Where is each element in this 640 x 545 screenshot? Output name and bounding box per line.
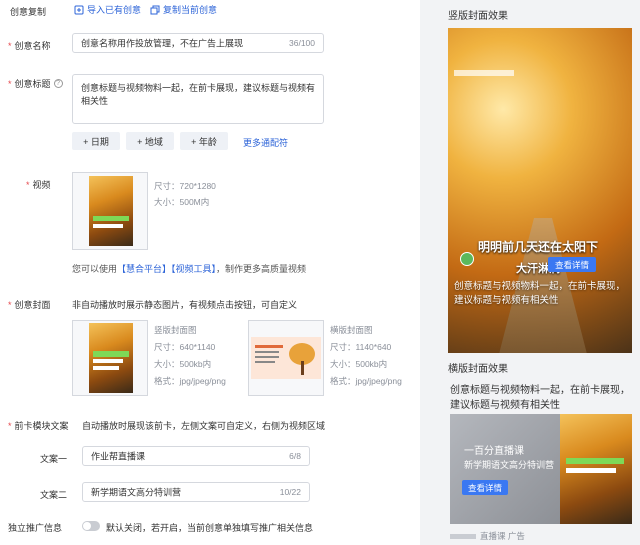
horizontal-cover-thumbnail	[251, 337, 321, 379]
independent-label: 独立推广信息	[8, 523, 63, 533]
preview-footer: 直播课 广告	[450, 530, 525, 542]
video-filesize: 大小：500M内	[154, 197, 210, 207]
card-view-button[interactable]: 查看详情	[462, 480, 508, 495]
creative-form: 创意复制 导入已有创意 复制当前创意 创意名称 创意名称用作投放管理，不在广告上…	[0, 0, 420, 545]
import-icon	[74, 5, 84, 15]
vertical-cover-title: 竖版封面图	[154, 325, 197, 335]
import-creative-link[interactable]: 导入已有创意	[74, 3, 141, 16]
vertical-cover-format: 格式：jpg/jpeg/png	[154, 376, 226, 386]
video-size: 尺寸：720*1280	[154, 181, 216, 191]
horizontal-cover-upload[interactable]	[248, 320, 324, 396]
card-line-2: 新学期语文高分特训营	[464, 460, 555, 470]
add-age-button[interactable]: + 年龄	[180, 132, 228, 150]
title-label-wrap: 创意标题 ?	[8, 77, 63, 90]
avatar	[460, 252, 474, 266]
copy2-value: 新学期语文高分特训营	[91, 487, 182, 498]
footer-text: 直播课 广告	[480, 531, 525, 541]
front-card-label: 前卡模块文案	[8, 419, 69, 432]
import-creative-label: 导入已有创意	[87, 5, 142, 15]
card-video-area	[560, 414, 632, 524]
add-region-button[interactable]: + 地域	[126, 132, 174, 150]
title-line-2: 相关性	[81, 96, 109, 106]
copy-section-label: 创意复制	[10, 7, 47, 17]
front-card-description: 自动播放时展现该前卡，左侧文案可自定义，右侧为视频区域	[82, 421, 326, 431]
copy2-label: 文案二	[40, 490, 68, 500]
add-date-button[interactable]: + 日期	[72, 132, 120, 150]
name-char-count: 36/100	[289, 38, 315, 48]
copy-icon	[150, 5, 160, 15]
copy1-input[interactable]: 作业帮直播课 6/8	[82, 446, 310, 466]
preview-caption-line-1: 创意标题与视频物料一起，在前卡展现，	[454, 281, 626, 292]
name-input-value: 创意名称用作投放管理，不在广告上展现	[81, 38, 244, 49]
copy2-count: 10/22	[279, 487, 301, 497]
copy1-value: 作业帮直播课	[91, 451, 146, 462]
horizontal-caption: 创意标题与视频物料一起，在前卡展现， 建议标题与视频有相关性	[450, 383, 630, 413]
vertical-cover-thumbnail	[89, 323, 133, 393]
preview-view-button[interactable]: 查看详情	[548, 257, 596, 272]
tool-link[interactable]: 【视频工具】	[171, 264, 216, 274]
horizontal-cover-title: 横版封面图	[330, 325, 373, 335]
copy1-count: 6/8	[289, 451, 301, 461]
title-line-1: 创意标题与视频物料一起，在前卡展现，建议标题与视频有	[81, 83, 316, 93]
overlay-line-1: 明明前几天还在太阳下	[478, 240, 599, 254]
horizontal-preview-title: 横版封面效果	[448, 364, 508, 375]
horizontal-caption-line-2: 建议标题与视频有相关性	[450, 400, 560, 411]
independent-description: 默认关闭，若开启，当前创意单独填写推广相关信息	[106, 523, 314, 533]
preview-caption-line-2: 建议标题与视频有相关性	[454, 295, 559, 306]
independent-toggle[interactable]	[82, 521, 100, 531]
title-label: 创意标题	[14, 79, 51, 89]
more-wildcards-link[interactable]: 更多通配符	[243, 136, 288, 149]
horizontal-caption-line-1: 创意标题与视频物料一起，在前卡展现，	[450, 385, 630, 396]
video-thumbnail	[89, 176, 133, 246]
platform-link[interactable]: 【慧合平台】	[117, 264, 171, 274]
cover-description: 非自动播放时展示静态图片，有视频点击按钮，可自定义	[72, 300, 298, 310]
vertical-preview-title: 竖版封面效果	[448, 11, 508, 22]
name-input[interactable]: 创意名称用作投放管理，不在广告上展现 36/100	[72, 33, 324, 53]
video-label: 视频	[26, 178, 51, 191]
copy2-input[interactable]: 新学期语文高分特训营 10/22	[82, 482, 310, 502]
video-hint: 您可以使用【慧合平台】【视频工具】，制作更多高质量视频	[72, 262, 306, 275]
blurred-text-bar	[454, 70, 514, 76]
copy-current-label: 复制当前创意	[163, 5, 218, 15]
help-icon[interactable]: ?	[53, 79, 63, 88]
card-line-1: 一百分直播课	[464, 446, 524, 457]
horizontal-cover-size: 尺寸：1140*640	[330, 342, 392, 352]
copy1-label: 文案一	[40, 454, 68, 464]
vertical-cover-size: 尺寸：640*1140	[154, 342, 216, 352]
horizontal-preview-card: 一百分直播课 新学期语文高分特训营 查看详情	[450, 414, 632, 524]
vertical-cover-filesize: 大小：500kb内	[154, 359, 212, 369]
copy-current-link[interactable]: 复制当前创意	[150, 3, 217, 16]
horizontal-cover-filesize: 大小：500kb内	[330, 359, 388, 369]
horizontal-cover-format: 格式：jpg/jpeg/png	[330, 376, 402, 386]
name-label: 创意名称	[8, 39, 51, 52]
vertical-cover-upload[interactable]	[72, 320, 148, 396]
title-textarea[interactable]: 创意标题与视频物料一起，在前卡展现，建议标题与视频有 相关性	[72, 74, 324, 124]
video-hint-prefix: 您可以使用	[72, 264, 118, 274]
preview-panel: 竖版封面效果 明明前几天还在太阳下 大汗淋漓 查看详情 创意标题与视频物料一起，…	[420, 0, 640, 545]
blurred-name-bar	[450, 533, 476, 539]
video-hint-suffix: ，制作更多高质量视频	[216, 264, 307, 274]
cover-label: 创意封面	[8, 298, 51, 311]
video-upload[interactable]	[72, 172, 148, 250]
preview-caption: 创意标题与视频物料一起，在前卡展现， 建议标题与视频有相关性	[454, 280, 625, 308]
vertical-preview: 明明前几天还在太阳下 大汗淋漓 查看详情 创意标题与视频物料一起，在前卡展现， …	[448, 28, 632, 353]
